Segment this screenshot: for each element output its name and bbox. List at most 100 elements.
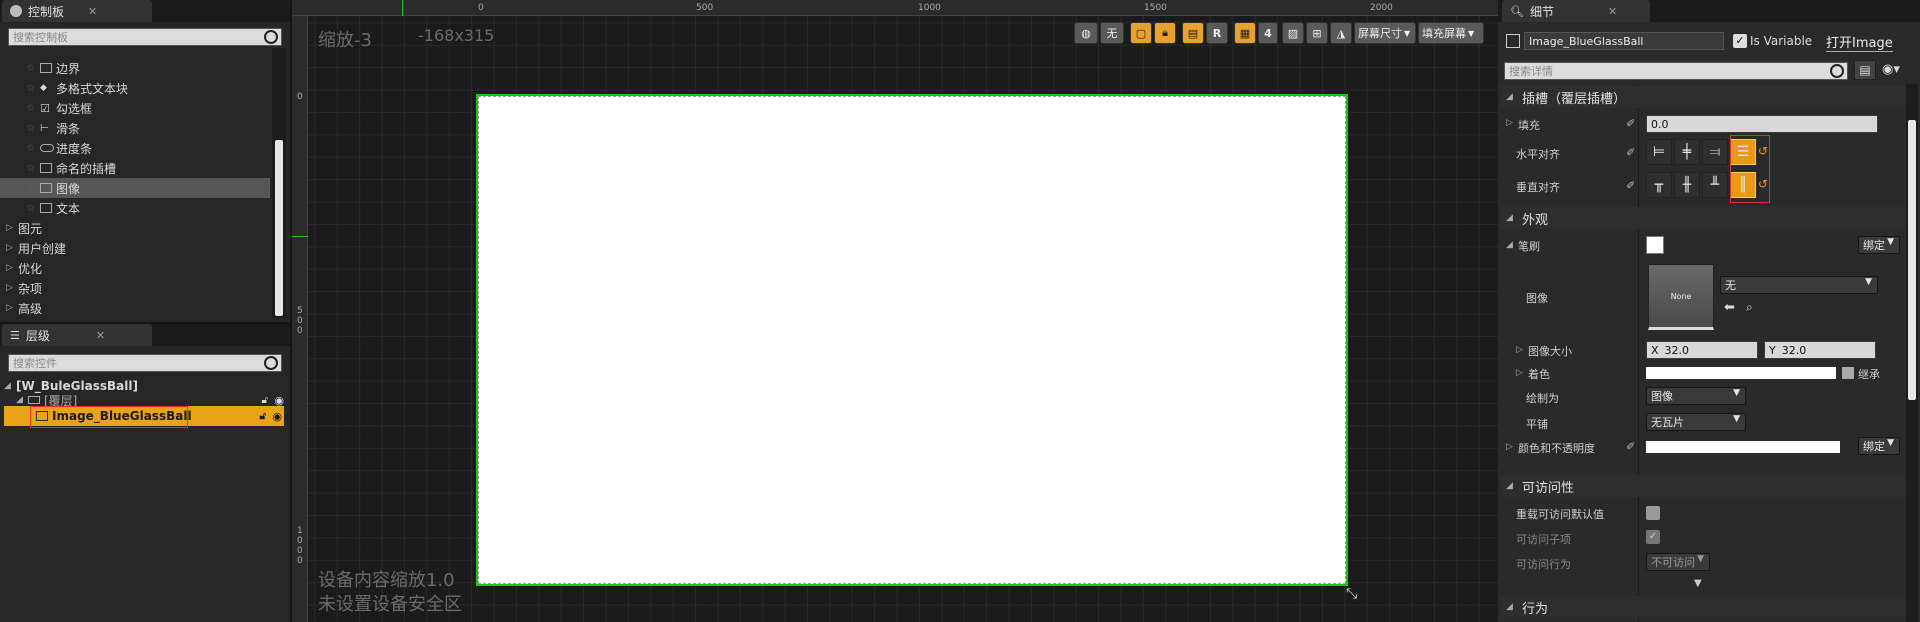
star-icon[interactable]: ☆	[26, 103, 40, 114]
expand-icon[interactable]: ▷	[6, 283, 18, 293]
appearance-section-header[interactable]: ◢ 外观	[1500, 207, 1908, 229]
tint-color-bar[interactable]	[1646, 367, 1836, 379]
list-item[interactable]: ☆ ◆ 多格式文本块	[0, 78, 270, 98]
star-icon[interactable]: ☆	[26, 143, 40, 154]
scrollbar-thumb[interactable]	[275, 140, 283, 316]
v-align-bottom-button[interactable]: ╨	[1702, 172, 1728, 198]
acc-children-checkbox[interactable]: ✓	[1646, 530, 1660, 544]
expand-icon[interactable]: ▷	[1516, 368, 1523, 378]
star-icon[interactable]: ☆	[26, 63, 40, 74]
override-acc-checkbox[interactable]	[1646, 506, 1660, 520]
brush-color-swatch[interactable]	[1646, 236, 1664, 254]
star-icon[interactable]: ☆	[26, 123, 40, 134]
collapse-icon[interactable]: ◢	[1506, 92, 1518, 102]
expand-icon[interactable]: ▷	[6, 303, 18, 313]
category-item[interactable]: ▷ 优化	[0, 258, 270, 278]
lock-button[interactable]: 🔒︎	[1154, 22, 1176, 44]
expand-icon[interactable]: ▷	[6, 263, 18, 273]
is-variable-checkbox[interactable]: ✓	[1733, 34, 1747, 48]
collapse-icon[interactable]: ◢	[1506, 602, 1518, 612]
list-item[interactable]: ☆ ⊢ 滑条	[0, 118, 270, 138]
tab-hierarchy[interactable]: ☰ 层级 ✕	[2, 324, 152, 346]
dpi-icon[interactable]: ⊞	[1306, 22, 1328, 44]
close-icon[interactable]: ✕	[1608, 5, 1617, 18]
respect-locks-button[interactable]: ▤	[1182, 22, 1204, 44]
world-icon[interactable]: ◍	[1074, 22, 1098, 44]
lock-icon[interactable]: 🔓︎	[260, 411, 266, 422]
design-canvas[interactable]	[476, 94, 1348, 586]
expand-icon[interactable]: ▷	[1506, 442, 1513, 452]
details-scrollbar[interactable]	[1906, 84, 1918, 622]
list-item-selected[interactable]: ☆ 图像	[0, 178, 270, 198]
collapse-icon[interactable]: ◢	[1506, 240, 1513, 250]
h-align-center-button[interactable]: ╪	[1674, 139, 1700, 165]
color-bind-dropdown[interactable]: 绑定 ▼	[1858, 437, 1900, 455]
list-item[interactable]: ☆ 文本	[0, 198, 270, 218]
inherit-checkbox[interactable]	[1842, 367, 1854, 379]
image-preview-icon[interactable]: ▨	[1282, 22, 1304, 44]
tab-palette[interactable]: 控制板 ✕	[2, 0, 152, 22]
size-y-input[interactable]: Y 32.0	[1764, 341, 1876, 359]
palette-scrollbar[interactable]	[272, 48, 286, 318]
advanced-expand-icon[interactable]: ▼	[1694, 578, 1702, 589]
collapse-icon[interactable]: ◢	[1506, 481, 1518, 491]
fill-screen-dropdown[interactable]: 填充屏幕 ▼	[1418, 22, 1484, 44]
acc-behavior-dropdown[interactable]: 不可访问 ▼	[1646, 553, 1710, 571]
widget-name-input[interactable]: Image_BlueGlassBall	[1524, 32, 1724, 50]
list-item[interactable]: ☆ 边界	[0, 58, 270, 78]
expand-icon[interactable]: ▷	[6, 243, 18, 253]
collapse-icon[interactable]: ◢	[1506, 213, 1518, 223]
padding-input[interactable]: 0.0	[1646, 115, 1878, 133]
pin-icon[interactable]: ✐	[1626, 179, 1635, 192]
hierarchy-search-input[interactable]: 搜索控件	[8, 354, 282, 372]
none-toggle-button[interactable]: 无	[1100, 22, 1124, 44]
flip-icon[interactable]: ◮	[1330, 22, 1352, 44]
star-icon[interactable]: ☆	[26, 163, 40, 174]
designer-viewport[interactable]: 0 500 1000 1500 2000 0 500 1000 缩放-3 -16…	[292, 0, 1498, 622]
expand-icon[interactable]: ▷	[6, 223, 18, 233]
search-icon[interactable]	[264, 30, 278, 44]
pin-icon[interactable]: ✐	[1626, 146, 1635, 159]
outline-toggle-button[interactable]: ▢	[1130, 22, 1152, 44]
h-align-left-button[interactable]: ⊨	[1646, 139, 1672, 165]
grid-size-button[interactable]: 4	[1258, 22, 1278, 44]
details-search-input[interactable]: 搜索详情	[1504, 62, 1848, 80]
size-x-input[interactable]: X 32.0	[1646, 341, 1758, 359]
v-align-top-button[interactable]: ╥	[1646, 172, 1672, 198]
star-icon[interactable]: ☆	[26, 203, 40, 214]
slot-section-header[interactable]: ◢ 插槽（覆层插槽）	[1500, 86, 1908, 108]
close-icon[interactable]: ✕	[88, 5, 97, 18]
tiling-dropdown[interactable]: 无瓦片 ▼	[1646, 413, 1746, 431]
collapse-icon[interactable]: ◢	[16, 395, 28, 405]
v-align-center-button[interactable]: ╫	[1674, 172, 1700, 198]
eye-icon[interactable]: ◉	[272, 410, 282, 423]
image-asset-dropdown[interactable]: 无 ▼	[1720, 276, 1878, 294]
star-icon[interactable]: ☆	[26, 83, 40, 94]
screen-size-dropdown[interactable]: 屏幕尺寸 ▼	[1354, 22, 1416, 44]
lock-icon[interactable]: 🔓︎	[262, 395, 268, 406]
pin-icon[interactable]: ✐	[1626, 117, 1635, 130]
star-icon[interactable]: ☆	[26, 183, 40, 194]
category-item[interactable]: ▷ 杂项	[0, 278, 270, 298]
behavior-section-header[interactable]: ◢ 行为	[1500, 596, 1908, 618]
image-thumbnail[interactable]: None	[1648, 264, 1714, 330]
browse-search-icon[interactable]: ⌕	[1746, 300, 1753, 315]
color-opacity-bar[interactable]	[1646, 441, 1840, 453]
use-selected-arrow-icon[interactable]: ⬅	[1724, 300, 1735, 315]
category-item[interactable]: ▷ 高级	[0, 298, 270, 318]
padding-expand-icon[interactable]: ▷	[1506, 118, 1513, 128]
draw-as-dropdown[interactable]: 图像 ▼	[1646, 387, 1746, 405]
close-icon[interactable]: ✕	[96, 329, 105, 342]
accessibility-section-header[interactable]: ◢ 可访问性	[1500, 475, 1908, 497]
h-align-right-button[interactable]: ⫤	[1702, 139, 1728, 165]
search-icon[interactable]	[1830, 64, 1844, 78]
r-toggle-button[interactable]: R	[1206, 22, 1228, 44]
palette-search-input[interactable]: 搜索控制板	[8, 28, 282, 46]
eye-icon[interactable]: ◉	[274, 394, 284, 407]
open-image-link[interactable]: 打开Image	[1826, 32, 1893, 52]
search-icon[interactable]	[264, 356, 278, 370]
category-item[interactable]: ▷ 用户创建	[0, 238, 270, 258]
pin-icon[interactable]: ✐	[1626, 440, 1635, 453]
list-item[interactable]: ☆ 进度条	[0, 138, 270, 158]
resize-handle-icon[interactable]: ⤡	[1346, 586, 1362, 602]
